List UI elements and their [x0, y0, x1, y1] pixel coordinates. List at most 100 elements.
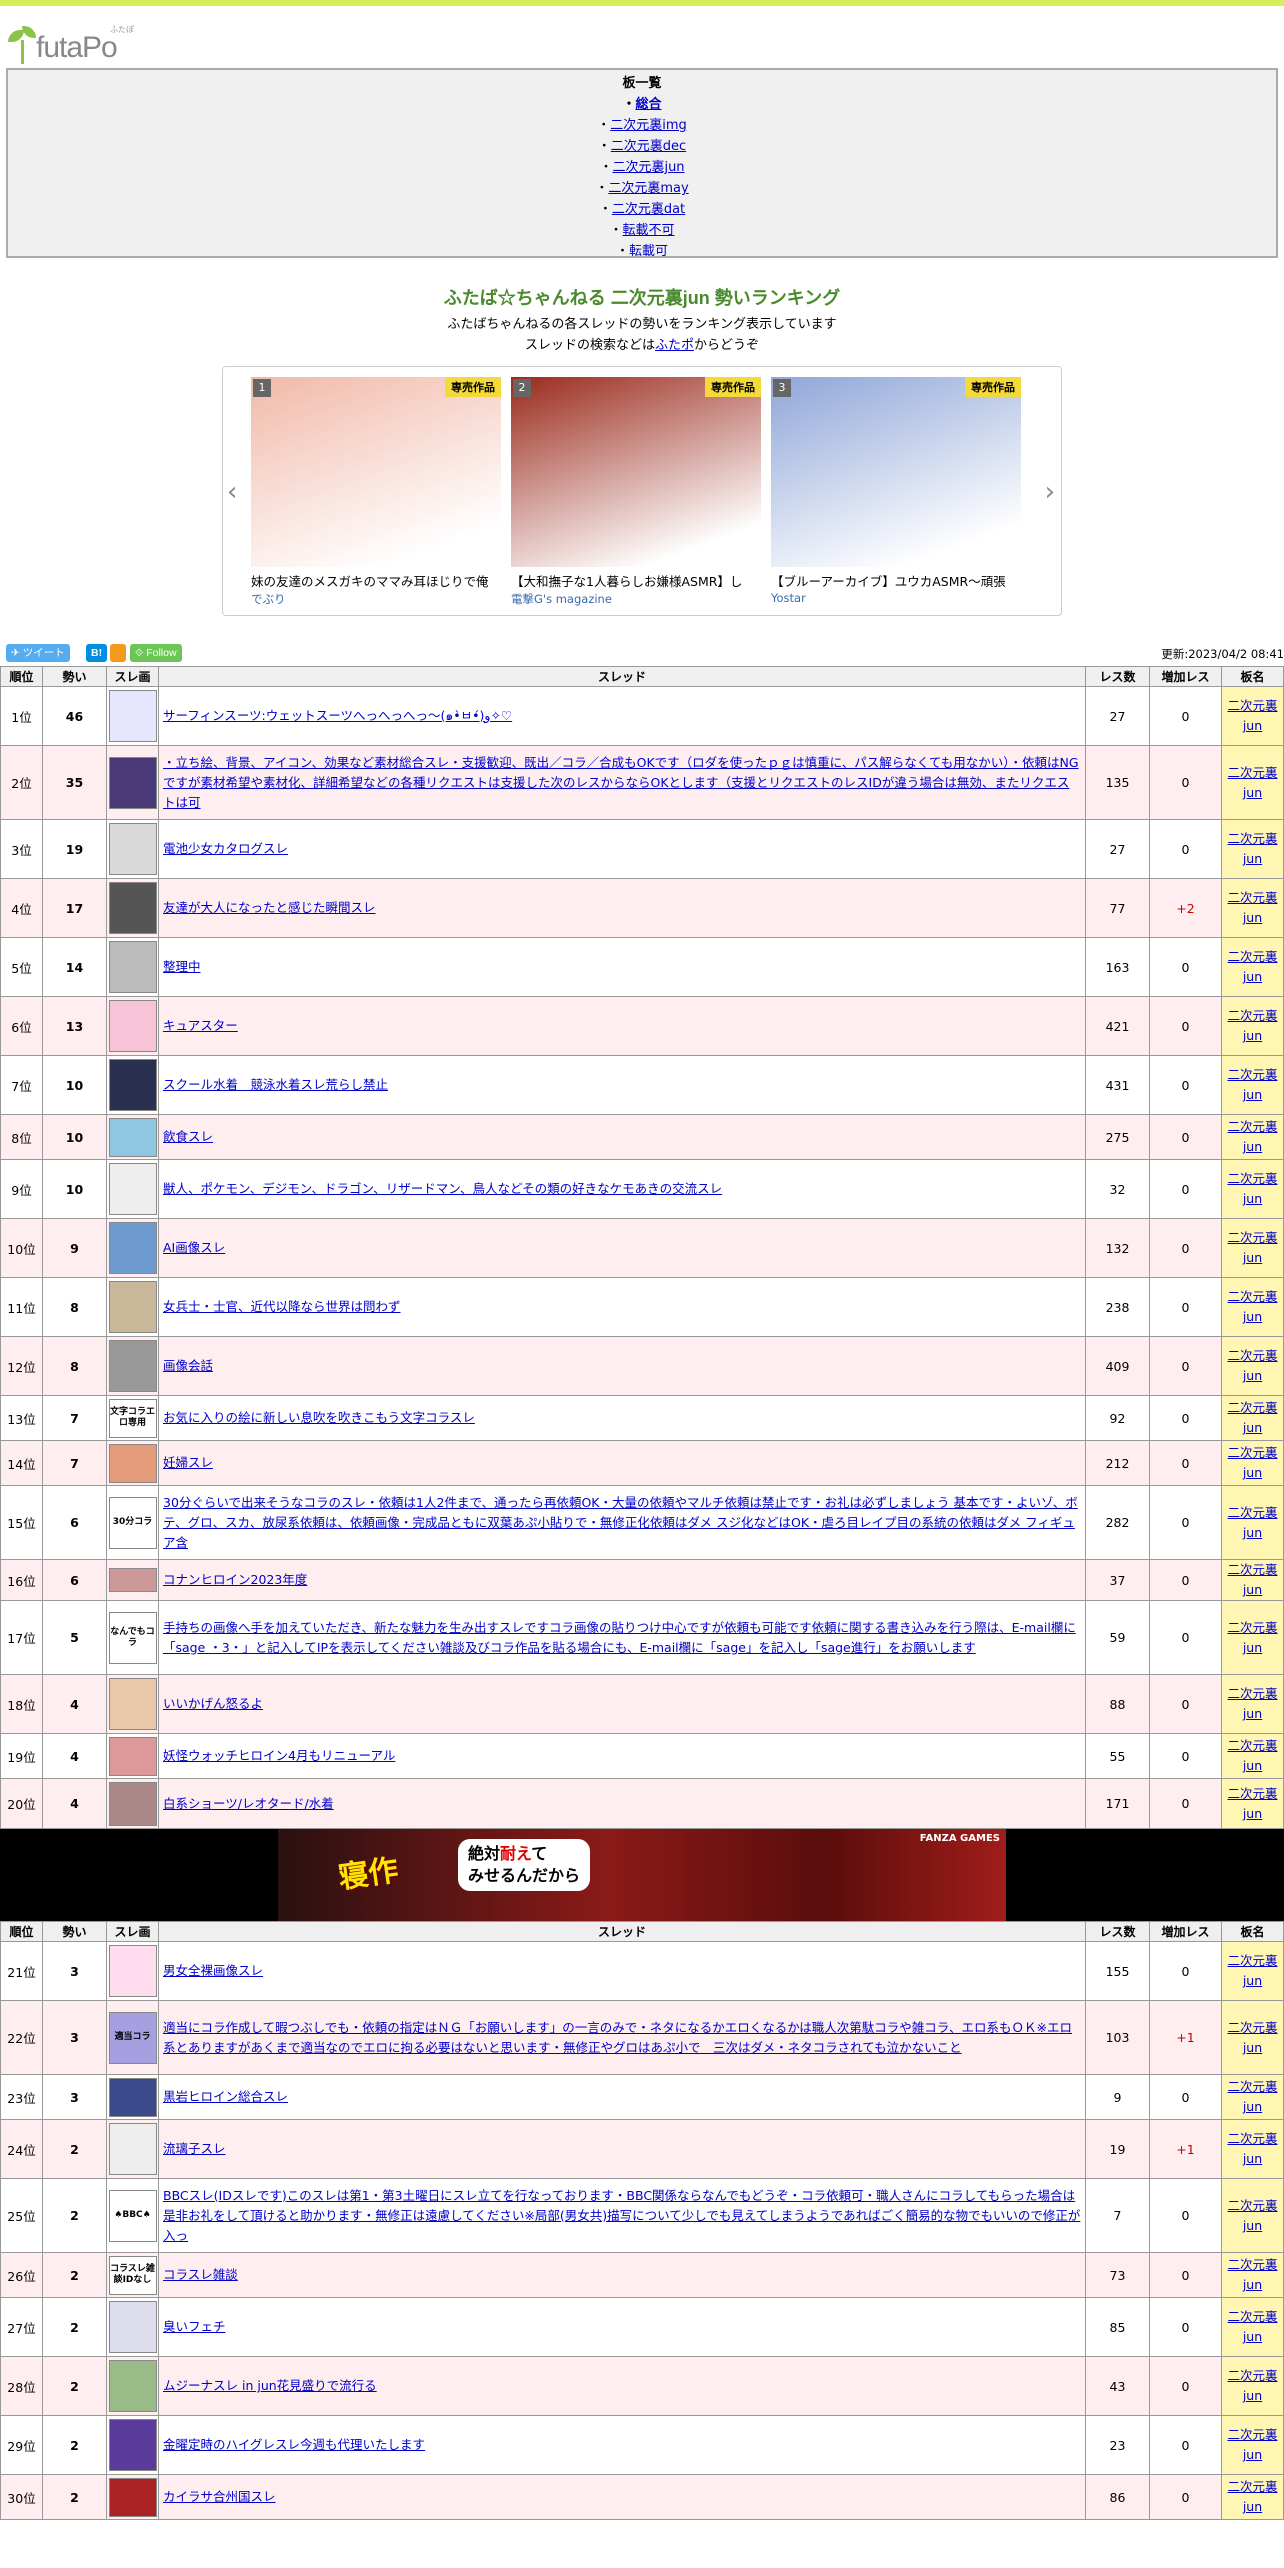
board-name-link[interactable]: 二次元裏jun	[1227, 2198, 1277, 2233]
thread-thumbnail[interactable]	[108, 2123, 157, 2175]
thread-thumbnail[interactable]: ♠BBC♠	[108, 2189, 157, 2242]
thread-thumbnail[interactable]	[108, 2477, 157, 2517]
thread-thumbnail[interactable]	[108, 941, 157, 993]
board-name-link[interactable]: 二次元裏jun	[1227, 765, 1277, 800]
board-name-link[interactable]: 二次元裏jun	[1227, 2479, 1277, 2514]
board-name-link[interactable]: 二次元裏jun	[1227, 2257, 1277, 2292]
thread-thumbnail[interactable]	[108, 823, 157, 875]
board-name-link[interactable]: 二次元裏jun	[1227, 1400, 1277, 1435]
board-link[interactable]: 転載不可	[623, 223, 675, 238]
thread-thumbnail[interactable]	[108, 1781, 157, 1826]
product-title[interactable]: 妹の友達のメスガキのママみ耳ほじりで俺	[251, 573, 501, 591]
thread-thumbnail[interactable]	[108, 1945, 157, 1997]
board-link[interactable]: 転載可	[629, 244, 668, 256]
board-link[interactable]: 総合	[636, 97, 662, 112]
thread-thumbnail[interactable]	[108, 1000, 157, 1052]
ad-banner[interactable]: 寝作 絶対耐えて みせるんだから FANZA GAMES	[0, 1829, 1284, 1921]
board-link[interactable]: 二次元裏dat	[612, 202, 685, 217]
board-name-link[interactable]: 二次元裏jun	[1227, 1171, 1277, 1206]
thread-thumbnail[interactable]	[108, 1059, 157, 1111]
thread-link[interactable]: コナンヒロイン2023年度	[163, 1572, 307, 1587]
board-name-link[interactable]: 二次元裏jun	[1227, 1445, 1277, 1480]
board-name-link[interactable]: 二次元裏jun	[1227, 1119, 1277, 1154]
thread-link[interactable]: スクール水着 競泳水着スレ荒らし禁止	[163, 1077, 388, 1092]
thread-link[interactable]: 女兵士・士官、近代以降なら世界は問わず	[163, 1299, 401, 1314]
product-image[interactable]: 1 専売作品	[251, 377, 501, 567]
product-circle[interactable]: 電撃G's magazine	[511, 591, 761, 607]
board-name-link[interactable]: 二次元裏jun	[1227, 2368, 1277, 2403]
thread-link[interactable]: いいかげん怒るよ	[163, 1696, 263, 1711]
thread-thumbnail[interactable]	[108, 2360, 157, 2412]
board-name-link[interactable]: 二次元裏jun	[1227, 949, 1277, 984]
thread-thumbnail[interactable]	[108, 1443, 157, 1483]
product-image[interactable]: 2 専売作品	[511, 377, 761, 567]
thread-thumbnail[interactable]	[108, 2419, 157, 2471]
board-name-link[interactable]: 二次元裏jun	[1227, 1738, 1277, 1773]
board-link[interactable]: 二次元裏may	[608, 181, 688, 196]
thread-link[interactable]: 白系ショーツ/レオタード/水着	[163, 1796, 334, 1811]
thread-link[interactable]: カイラサ合州国スレ	[163, 2489, 276, 2504]
product-card[interactable]: 2 専売作品【大和撫子な1人暮らしお嫌様ASMR】し 電撃G's magazine	[511, 377, 761, 607]
board-name-link[interactable]: 二次元裏jun	[1227, 831, 1277, 866]
product-circle[interactable]: Yostar	[771, 591, 1021, 605]
thread-thumbnail[interactable]: 適当コラ	[108, 2011, 157, 2064]
thread-link[interactable]: 獣人、ポケモン、デジモン、ドラゴン、リザードマン、鳥人などその類の好きなケモあき…	[163, 1181, 722, 1196]
thread-link[interactable]: 妊婦スレ	[163, 1455, 213, 1470]
thread-thumbnail[interactable]: コラスレ雑談IDなし	[108, 2255, 157, 2295]
board-name-link[interactable]: 二次元裏jun	[1227, 2020, 1277, 2055]
product-title[interactable]: 【大和撫子な1人暮らしお嫌様ASMR】し	[511, 573, 761, 591]
board-name-link[interactable]: 二次元裏jun	[1227, 1230, 1277, 1265]
ad-image[interactable]: 寝作 絶対耐えて みせるんだから FANZA GAMES	[278, 1829, 1006, 1921]
thread-link[interactable]: 手持ちの画像へ手を加えていただき、新たな魅力を生み出すスレですコラ画像の貼りつけ…	[163, 1620, 1076, 1655]
thread-link[interactable]: 友達が大人になったと感じた瞬間スレ	[163, 900, 376, 915]
thread-thumbnail[interactable]	[108, 1568, 157, 1592]
rss-icon[interactable]	[110, 644, 126, 662]
hatena-bookmark-button[interactable]: B!	[86, 644, 108, 662]
thread-link[interactable]: 30分ぐらいで出来そうなコラのスレ・依頼は1人2件まで、通ったら再依頼OK・大量…	[163, 1495, 1078, 1550]
board-name-link[interactable]: 二次元裏jun	[1227, 2131, 1277, 2166]
thread-thumbnail[interactable]	[108, 1222, 157, 1274]
feedly-follow-button[interactable]: ⟐ Follow	[130, 644, 182, 662]
thread-link[interactable]: お気に入りの絵に新しい息吹を吹きこもう文字コラスレ	[163, 1410, 475, 1425]
thread-link[interactable]: 整理中	[163, 959, 201, 974]
thread-link[interactable]: 適当にコラ作成して暇つぶしでも・依頼の指定はＮＧ「お願いします」の一言のみで・ネ…	[163, 2020, 1072, 2055]
thread-link[interactable]: AI画像スレ	[163, 1240, 225, 1255]
board-name-link[interactable]: 二次元裏jun	[1227, 2427, 1277, 2462]
futapo-link[interactable]: ふたポ	[655, 338, 694, 353]
product-card[interactable]: 3 専売作品 【ブルーアーカイブ】ユウカASMR～頑張 Yostar	[771, 377, 1021, 605]
board-name-link[interactable]: 二次元裏jun	[1227, 2309, 1277, 2344]
board-name-link[interactable]: 二次元裏jun	[1227, 1686, 1277, 1721]
carousel-prev-icon[interactable]: ‹	[227, 477, 237, 507]
thread-thumbnail[interactable]: 文字コラエロ専用	[108, 1398, 157, 1438]
board-name-link[interactable]: 二次元裏jun	[1227, 698, 1277, 733]
carousel-next-icon[interactable]: ›	[1045, 477, 1055, 507]
thread-thumbnail[interactable]	[108, 2301, 157, 2353]
board-name-link[interactable]: 二次元裏jun	[1227, 890, 1277, 925]
board-name-link[interactable]: 二次元裏jun	[1227, 1953, 1277, 1988]
thread-thumbnail[interactable]	[108, 690, 157, 742]
board-link[interactable]: 二次元裏dec	[611, 139, 686, 154]
thread-link[interactable]: ムジーナスレ in jun花見盛りで流行る	[163, 2378, 377, 2393]
thread-link[interactable]: キュアスター	[163, 1018, 238, 1033]
board-link[interactable]: 二次元裏jun	[612, 160, 684, 175]
thread-link[interactable]: 画像会話	[163, 1358, 213, 1373]
thread-thumbnail[interactable]	[108, 2077, 157, 2117]
thread-link[interactable]: 男女全裸画像スレ	[163, 1963, 263, 1978]
board-name-link[interactable]: 二次元裏jun	[1227, 1620, 1277, 1655]
thread-link[interactable]: 黒岩ヒロイン総合スレ	[163, 2089, 288, 2104]
board-name-link[interactable]: 二次元裏jun	[1227, 2079, 1277, 2114]
thread-link[interactable]: 流璃子スレ	[163, 2141, 226, 2156]
product-circle[interactable]: でぶり	[251, 591, 501, 607]
thread-thumbnail[interactable]	[108, 882, 157, 934]
thread-thumbnail[interactable]	[108, 1340, 157, 1392]
tweet-button[interactable]: ✈ ツイート	[6, 644, 70, 662]
thread-link[interactable]: 金曜定時のハイグレスレ今週も代理いたします	[163, 2437, 425, 2452]
board-name-link[interactable]: 二次元裏jun	[1227, 1348, 1277, 1383]
thread-thumbnail[interactable]: 30分コラ	[108, 1496, 157, 1549]
thread-thumbnail[interactable]	[108, 1678, 157, 1730]
thread-thumbnail[interactable]	[108, 1736, 157, 1776]
board-name-link[interactable]: 二次元裏jun	[1227, 1289, 1277, 1324]
thread-link[interactable]: 電池少女カタログスレ	[163, 841, 288, 856]
product-title[interactable]: 【ブルーアーカイブ】ユウカASMR～頑張	[771, 573, 1021, 591]
thread-link[interactable]: コラスレ雑談	[163, 2267, 238, 2282]
